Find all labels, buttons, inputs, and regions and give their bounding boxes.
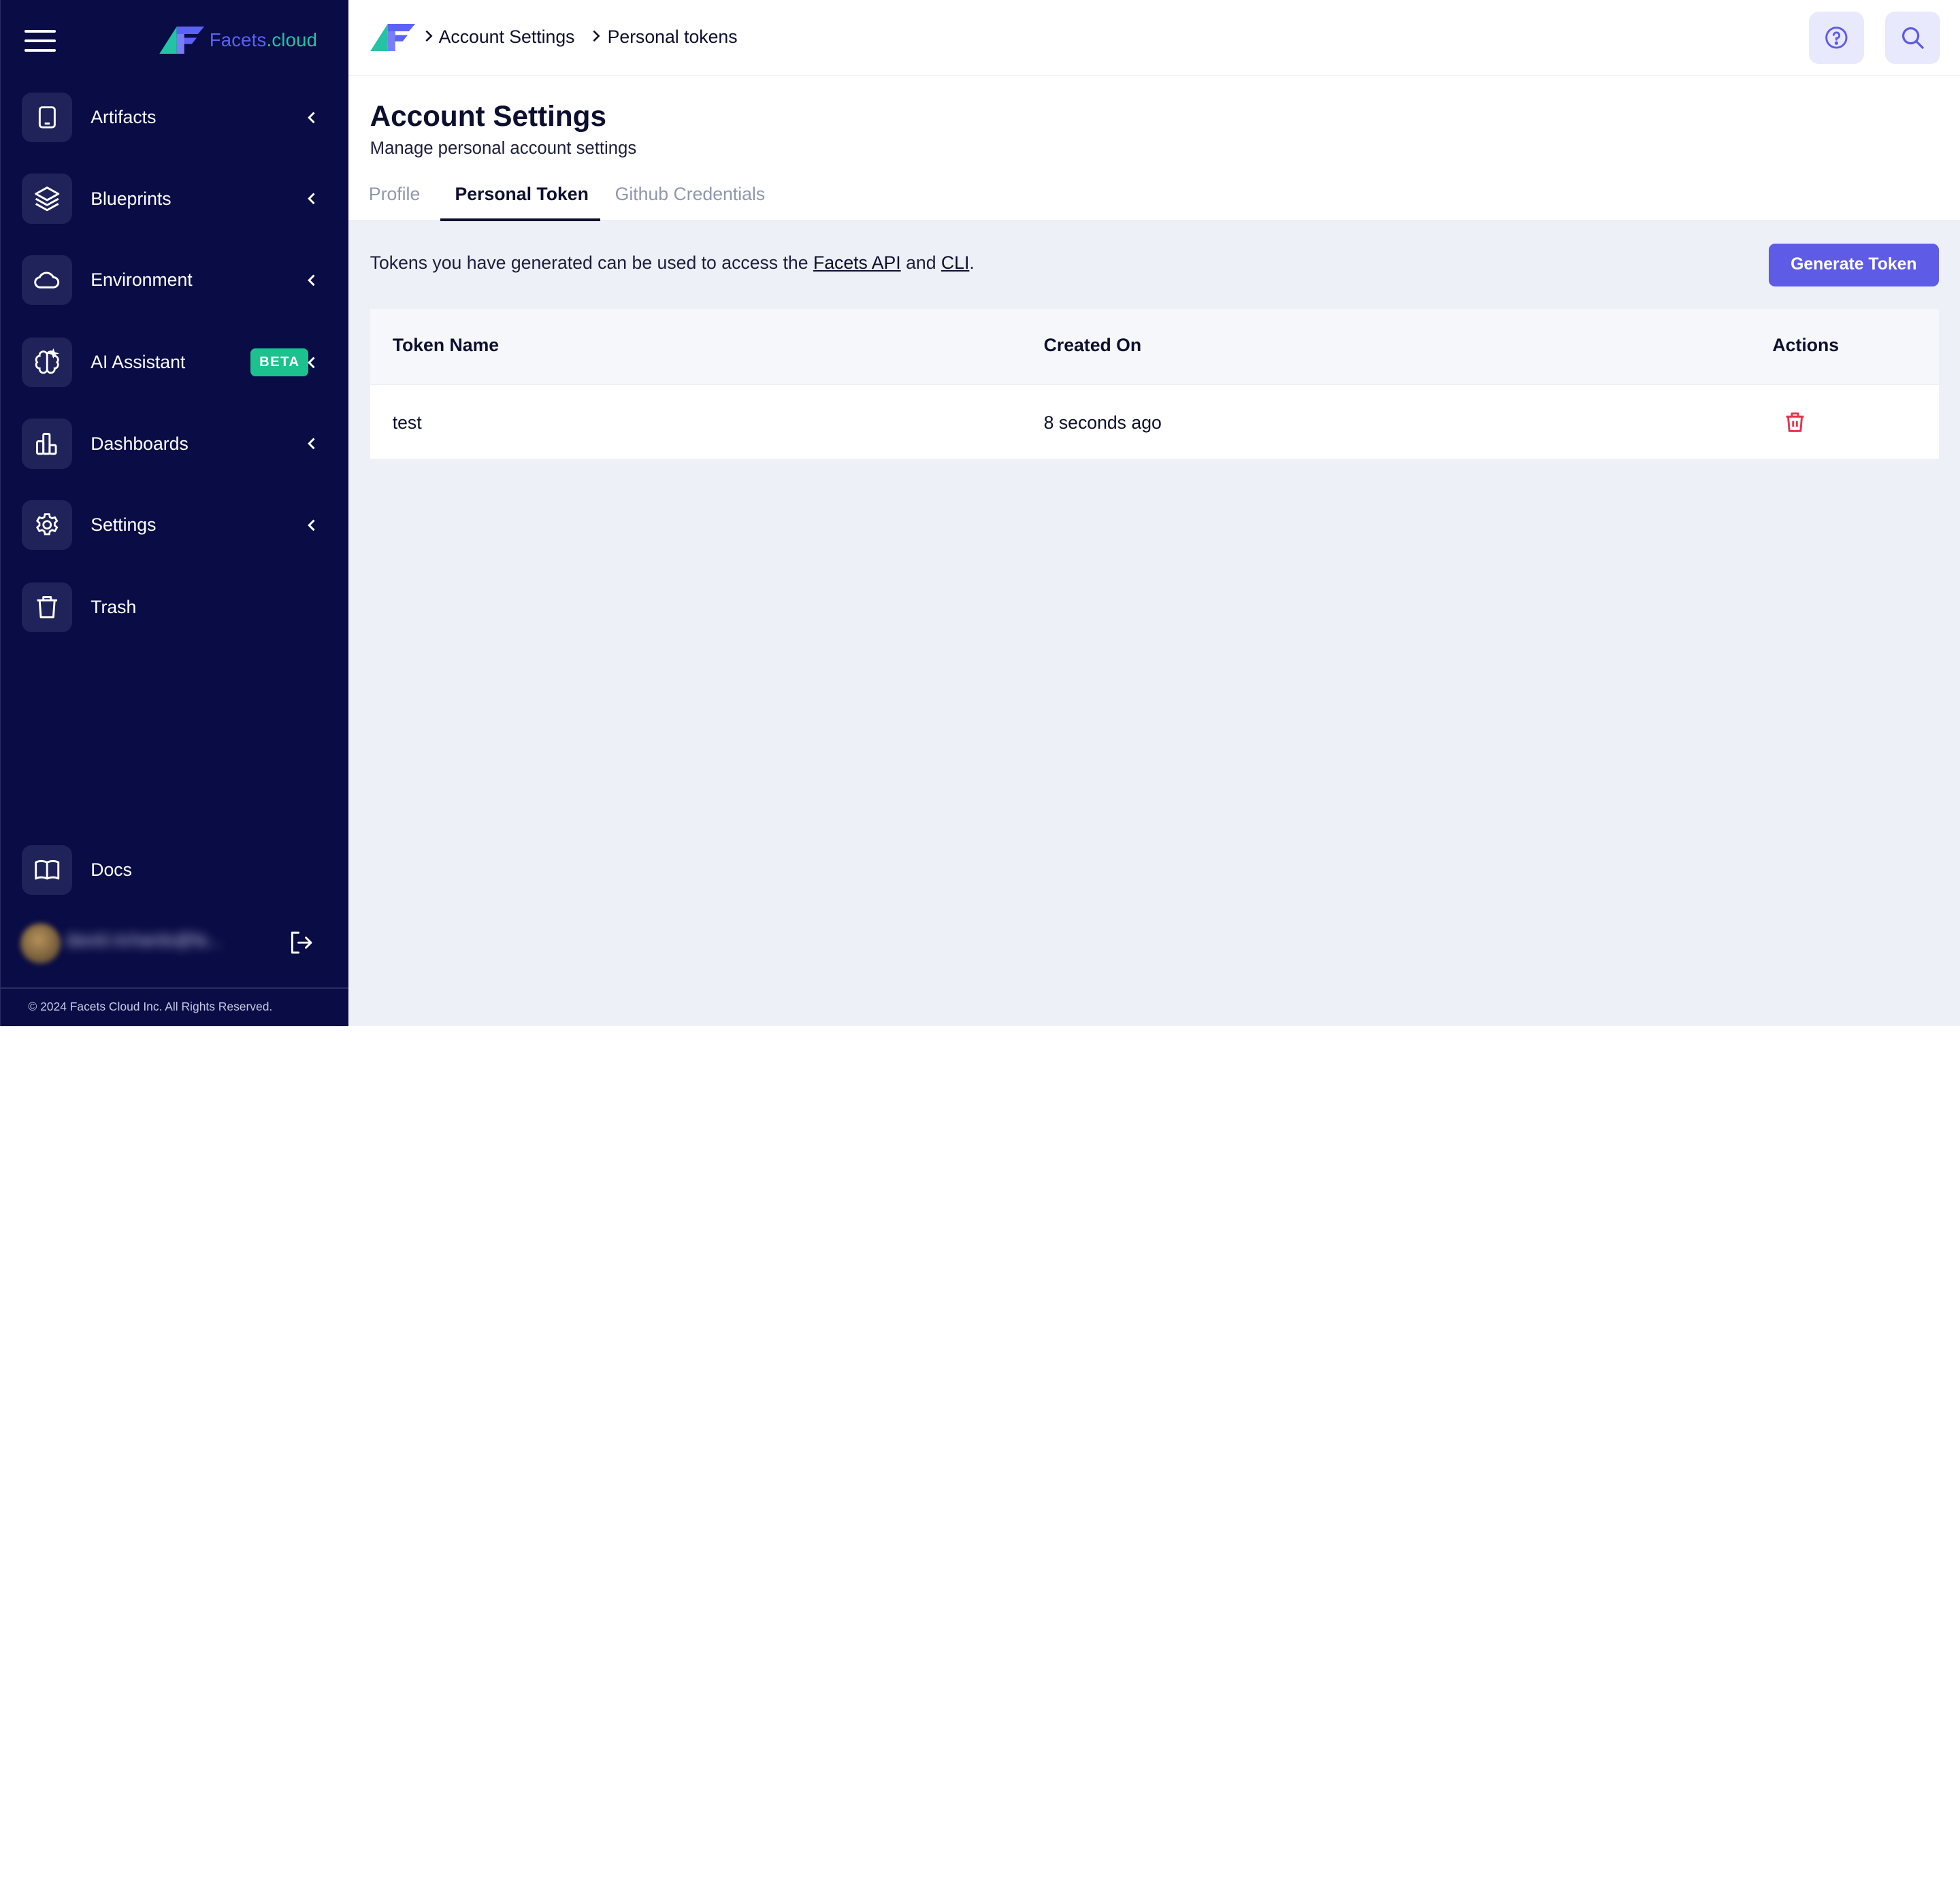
- beta-badge: BETA: [250, 348, 309, 376]
- token-name-cell: test: [392, 412, 422, 433]
- sidebar-item-blueprints[interactable]: Blueprints: [22, 174, 328, 224]
- brain-icon: [22, 337, 72, 388]
- hamburger-menu-icon[interactable]: [24, 30, 56, 52]
- sidebar: Facets.cloud Artifacts Blueprints Enviro…: [0, 0, 350, 1026]
- docs-label: Docs: [91, 859, 132, 880]
- chevron-left-icon: [308, 193, 316, 205]
- page-subtitle: Manage personal account settings: [370, 138, 637, 158]
- sidebar-item-environment[interactable]: Environment: [22, 255, 328, 306]
- active-tab-indicator: [440, 218, 600, 222]
- trash-icon: [22, 582, 72, 633]
- delete-token-icon[interactable]: [1784, 411, 1806, 433]
- chevron-left-icon: [308, 438, 316, 450]
- sidebar-header: Facets.cloud: [1, 0, 348, 82]
- sidebar-divider: [1, 987, 350, 989]
- chevron-left-icon: [308, 274, 316, 286]
- main-content: Account Settings Personal tokens Account…: [348, 0, 1960, 1026]
- search-icon: [1901, 27, 1924, 49]
- column-header-created-on: Created On: [1043, 335, 1142, 356]
- chevron-right-icon: [593, 31, 600, 42]
- sidebar-item-label: Blueprints: [91, 188, 172, 209]
- sidebar-item-settings[interactable]: Settings: [22, 499, 328, 551]
- help-button[interactable]: [1808, 11, 1864, 64]
- chevron-right-icon: [425, 31, 433, 42]
- tab-github-credentials[interactable]: Github Credentials: [615, 184, 766, 205]
- copyright-text: © 2024 Facets Cloud Inc. All Rights Rese…: [28, 1000, 273, 1014]
- chevron-left-icon: [308, 519, 316, 531]
- sidebar-item-label: AI Assistant: [91, 352, 186, 373]
- facets-api-link[interactable]: Facets API: [813, 252, 901, 273]
- sidebar-item-label: Trash: [91, 597, 137, 618]
- page-header: Account Settings Manage personal account…: [348, 76, 1960, 222]
- tab-personal-token[interactable]: Personal Token: [455, 184, 589, 205]
- sidebar-item-label: Environment: [91, 269, 193, 290]
- breadcrumb-personal-tokens: Personal tokens: [607, 26, 738, 47]
- chevron-left-icon: [308, 357, 316, 369]
- created-on-cell: 8 seconds ago: [1043, 412, 1162, 433]
- book-open-icon: [22, 845, 72, 896]
- sidebar-item-trash[interactable]: Trash: [22, 582, 328, 633]
- breadcrumb-account-settings[interactable]: Account Settings: [439, 27, 575, 48]
- search-button[interactable]: [1884, 11, 1940, 64]
- layers-icon: [22, 174, 72, 224]
- sidebar-item-label: Artifacts: [91, 107, 157, 128]
- sidebar-item-ai-assistant[interactable]: AI Assistant BETA: [22, 337, 328, 388]
- sidebar-item-artifacts[interactable]: Artifacts: [22, 92, 328, 143]
- tab-profile[interactable]: Profile: [369, 184, 420, 205]
- column-header-actions: Actions: [1772, 335, 1840, 356]
- user-profile[interactable]: david.richards@fa...: [11, 917, 338, 967]
- facets-logo-mark-icon[interactable]: [370, 23, 415, 52]
- sidebar-item-label: Settings: [91, 514, 157, 535]
- sidebar-item-label: Dashboards: [91, 433, 189, 454]
- top-bar: Account Settings Personal tokens: [348, 0, 1960, 77]
- tablet-icon: [22, 92, 72, 143]
- cloud-icon: [22, 255, 72, 306]
- chevron-left-icon: [308, 112, 316, 124]
- page-title: Account Settings: [370, 99, 606, 132]
- sidebar-item-docs[interactable]: Docs: [22, 845, 328, 896]
- logo-text: Facets.cloud: [209, 29, 318, 50]
- help-circle-icon: [1825, 26, 1848, 49]
- bar-chart-icon: [22, 419, 72, 469]
- username: david.richards@fa...: [65, 931, 222, 951]
- column-header-token-name: Token Name: [392, 335, 500, 356]
- table-header: Token Name Created On Actions: [370, 308, 1939, 385]
- gear-icon: [22, 499, 72, 551]
- facets-logo-mark-icon: [159, 26, 205, 54]
- tokens-table: Token Name Created On Actions test 8 sec…: [370, 308, 1939, 459]
- logout-icon[interactable]: [287, 929, 314, 956]
- sidebar-item-dashboards[interactable]: Dashboards: [22, 419, 328, 469]
- table-row: test 8 seconds ago: [370, 384, 1939, 459]
- facets-logo[interactable]: Facets.cloud: [159, 26, 318, 54]
- cli-link[interactable]: CLI: [941, 252, 969, 273]
- app-window: Facets.cloud Artifacts Blueprints Enviro…: [0, 0, 1960, 1026]
- generate-token-button[interactable]: Generate Token: [1768, 244, 1939, 286]
- avatar[interactable]: [20, 923, 61, 964]
- token-info-text: Tokens you have generated can be used to…: [370, 252, 975, 273]
